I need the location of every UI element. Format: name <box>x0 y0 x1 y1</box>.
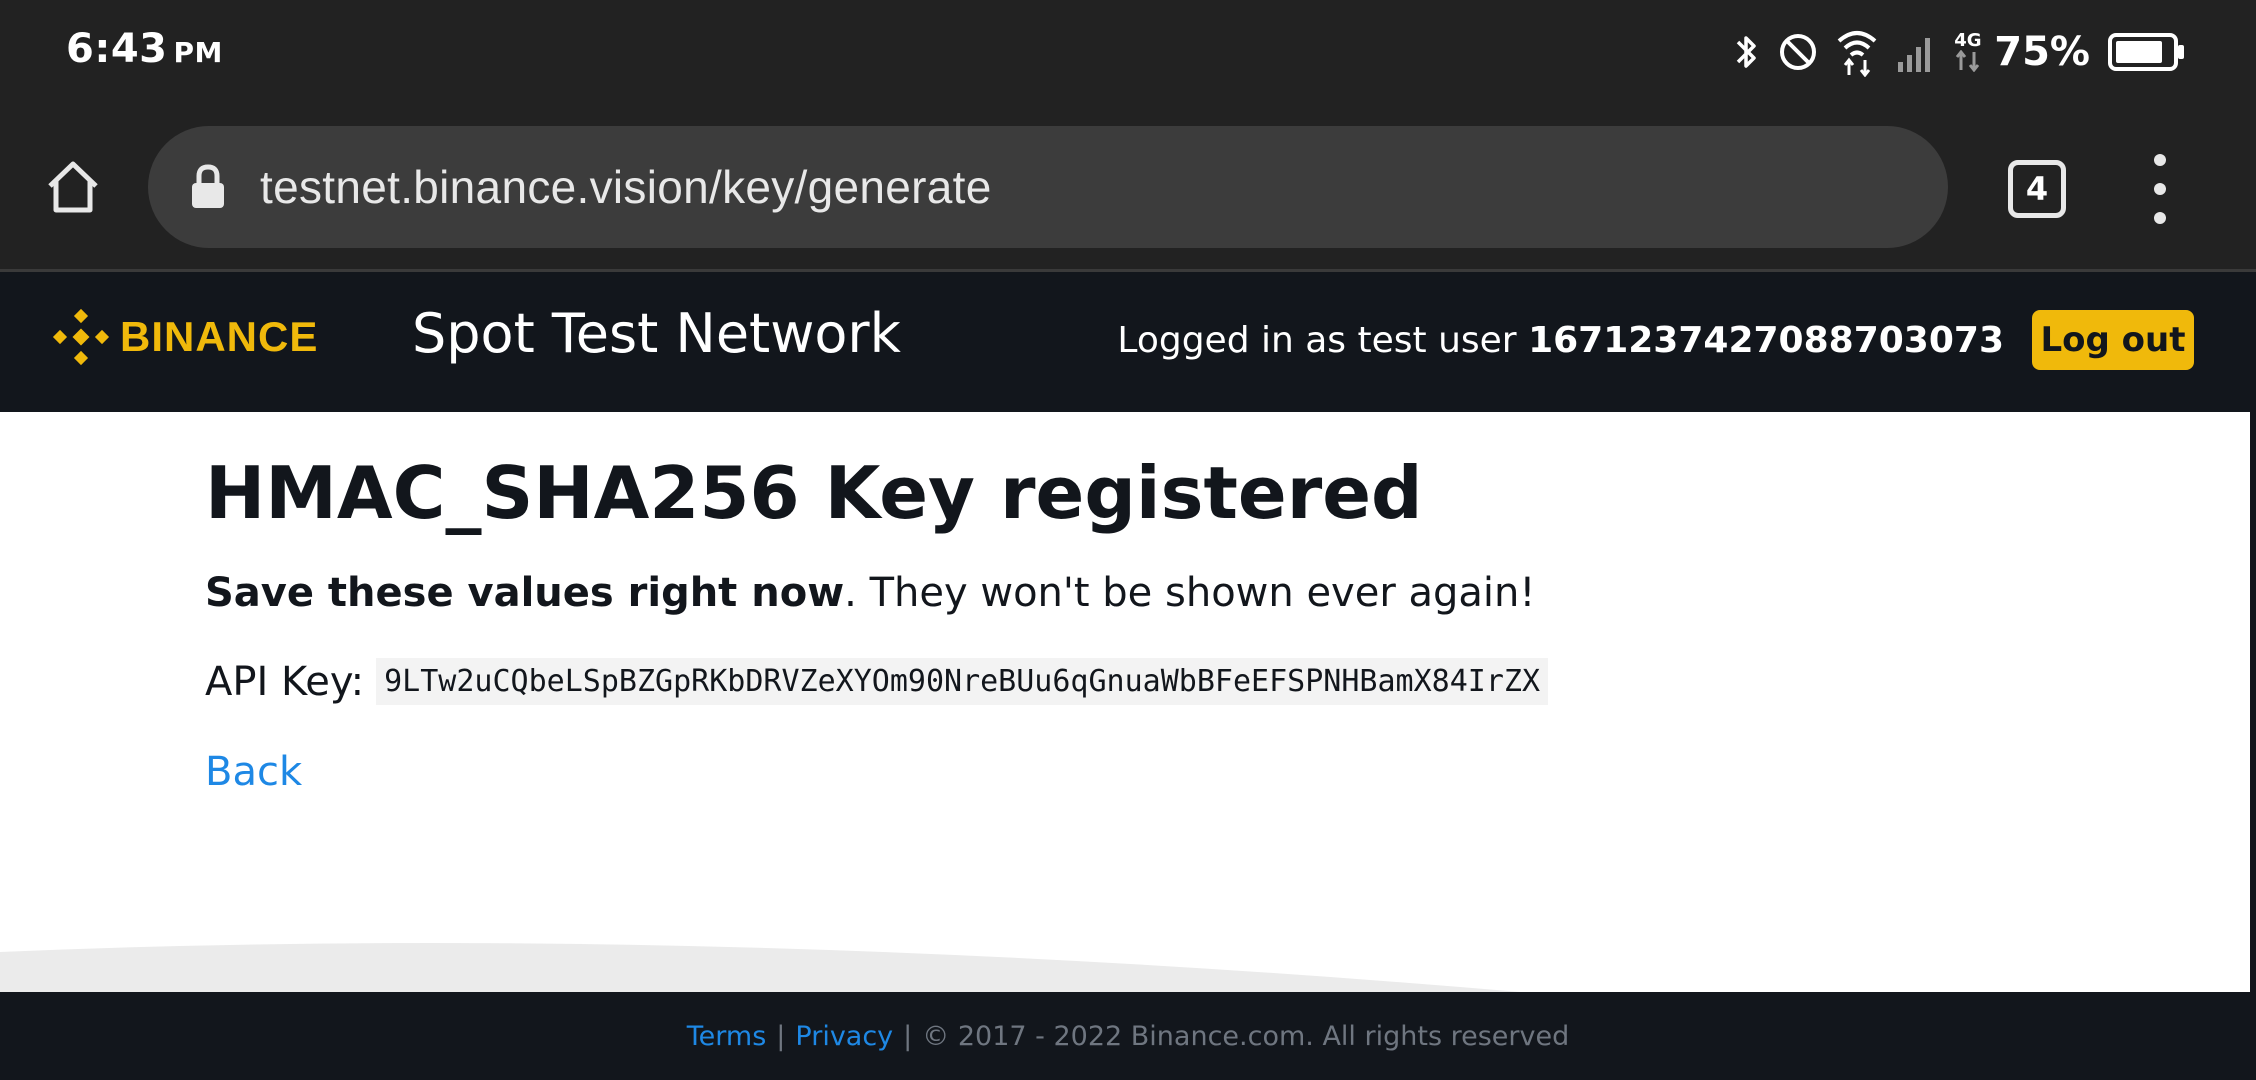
right-edge-bar <box>2250 272 2256 1080</box>
logo-text: BINANCE <box>120 313 319 360</box>
signal-icon <box>1896 32 1936 72</box>
footer-divider: | <box>776 1020 786 1052</box>
page-title: HMAC_SHA256 Key registered <box>205 451 1423 535</box>
api-key-row: API Key: 9LTw2uCQbeLSpBZGpRKbDRVZeXYOm90… <box>205 658 2105 706</box>
menu-dot <box>2154 154 2166 166</box>
save-warning: Save these values right now. They won't … <box>205 570 2105 616</box>
network-type-label: 4G <box>1954 30 1982 51</box>
main-content: HMAC_SHA256 Key registered Save these va… <box>205 412 2105 795</box>
copyright-text: © 2017 - 2022 Binance.com. All rights re… <box>922 1020 1570 1052</box>
api-key-label: API Key: <box>205 658 365 705</box>
lock-icon <box>190 163 230 211</box>
home-button[interactable] <box>38 152 108 222</box>
footer-divider: | <box>903 1020 913 1052</box>
menu-dot <box>2154 183 2166 195</box>
api-key-value[interactable]: 9LTw2uCQbeLSpBZGpRKbDRVZeXYOm90NreBUu6qG… <box>376 658 1549 706</box>
browser-toolbar: testnet.binance.vision/key/generate 4 <box>0 104 2256 272</box>
logged-in-prefix: Logged in as test user <box>1117 320 1529 361</box>
footer: Terms | Privacy | © 2017 - 2022 Binance.… <box>0 992 2256 1080</box>
battery-percent: 75% <box>1994 29 2090 75</box>
status-time: 6:43 PM <box>66 26 223 72</box>
binance-logo[interactable]: BINANCE <box>52 308 318 366</box>
overflow-menu-button[interactable] <box>2140 154 2180 224</box>
site-header: BINANCE Spot Test Network Logged in as t… <box>0 272 2256 412</box>
status-bar: 6:43 PM 4G 75% <box>0 0 2256 104</box>
logout-button[interactable]: Log out <box>2032 310 2194 370</box>
bluetooth-icon <box>1734 32 1760 72</box>
mobile-data-icon: 4G <box>1954 32 1982 72</box>
do-not-disturb-icon <box>1778 32 1818 72</box>
binance-logo-icon <box>52 308 110 366</box>
privacy-link[interactable]: Privacy <box>795 1021 893 1052</box>
user-id: 1671237427088703073 <box>1528 320 2004 361</box>
menu-dot <box>2154 212 2166 224</box>
tab-switcher-button[interactable]: 4 <box>2008 160 2066 218</box>
logged-in-status: Logged in as test user 16712374270887030… <box>1117 320 2004 361</box>
home-icon <box>48 161 98 213</box>
address-bar[interactable]: testnet.binance.vision/key/generate <box>148 126 1948 248</box>
back-link[interactable]: Back <box>205 749 302 795</box>
terms-link[interactable]: Terms <box>687 1021 767 1052</box>
wifi-icon <box>1836 27 1878 77</box>
status-time-ampm: PM <box>173 36 223 69</box>
status-icons: 4G 75% <box>1734 24 2186 80</box>
url-text: testnet.binance.vision/key/generate <box>260 161 992 213</box>
save-warning-bold: Save these values right now <box>205 570 845 617</box>
site-title: Spot Test Network <box>412 302 901 365</box>
battery-icon <box>2108 33 2186 71</box>
save-warning-text: . They won't be shown ever again! <box>844 570 1536 617</box>
status-time-value: 6:43 <box>66 26 168 72</box>
footer-wave <box>0 943 1520 992</box>
